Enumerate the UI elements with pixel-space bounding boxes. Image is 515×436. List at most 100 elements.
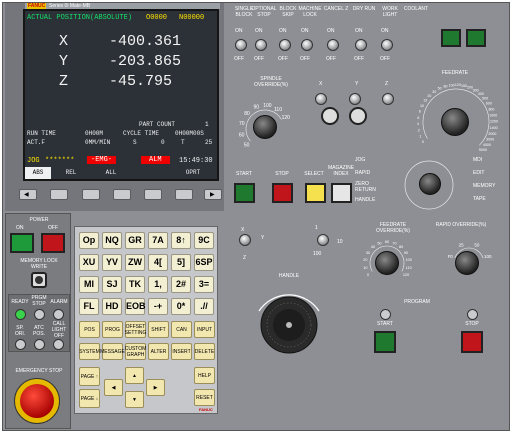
keypad-key[interactable]: Op (79, 232, 99, 249)
feed-override-knob[interactable] (375, 251, 399, 275)
toggle-switch-2[interactable] (279, 39, 291, 51)
emergency-stop-button[interactable] (14, 378, 60, 424)
page-up-button[interactable]: PAGE ↑ (79, 367, 100, 386)
jog-button-1[interactable] (321, 107, 339, 125)
spindle-override-knob[interactable] (253, 115, 277, 139)
power-on-button[interactable] (10, 233, 34, 253)
cursor-up-button[interactable]: ▲ (125, 367, 144, 384)
function-key[interactable]: POS (79, 321, 100, 338)
keypad-key[interactable]: SJ (102, 276, 122, 293)
keypad-key[interactable]: -+ (148, 298, 168, 315)
feedrate-knob[interactable] (441, 108, 469, 136)
keypad-key[interactable]: 6SP (194, 254, 214, 271)
spindle-stop-button[interactable] (272, 183, 293, 203)
magazine-index-button[interactable] (331, 183, 352, 203)
softkey-1-button[interactable] (50, 189, 68, 200)
toggle-switch-4[interactable] (327, 39, 339, 51)
keypad-key[interactable]: YV (102, 254, 122, 271)
step-10-label: 10 (337, 239, 343, 245)
keypad-key[interactable]: EOB (125, 298, 146, 315)
keypad-key[interactable]: GR (125, 232, 145, 249)
jog-button-2[interactable] (349, 107, 367, 125)
function-key[interactable]: ALTER (148, 343, 169, 360)
softkey-4-button[interactable] (144, 189, 162, 200)
cursor-right-button[interactable]: ▶ (146, 379, 165, 396)
function-key[interactable]: MESSAGE (100, 343, 125, 360)
mode-handle-label: HANDLE (355, 197, 376, 203)
fodial-tick: 110 (406, 266, 412, 270)
softkey-label-3: ALL (105, 169, 117, 176)
z-jog-toggle[interactable] (382, 93, 394, 105)
spindle-override-label: SPINDLE OVERRIDE(%) (254, 76, 288, 88)
keypad-key[interactable]: 9C (194, 232, 214, 249)
sdial-tick: 110 (274, 107, 282, 113)
step-select-switch[interactable] (317, 234, 329, 246)
keypad-key[interactable]: FL (79, 298, 99, 315)
program-start-button[interactable] (374, 331, 396, 353)
keypad-key[interactable]: 1, (148, 276, 168, 293)
keypad-key[interactable]: ZW (125, 254, 145, 271)
toggle-switch-6[interactable] (381, 39, 393, 51)
function-key[interactable]: CAN (171, 321, 192, 338)
memory-lock-keyswitch[interactable] (31, 272, 47, 288)
page-down-button[interactable]: PAGE ↓ (79, 389, 100, 408)
handwheel[interactable] (249, 281, 329, 361)
switch-off-label-6: OFF (380, 56, 390, 62)
keypad-key[interactable]: 3= (194, 276, 214, 293)
switch-off-label-5: OFF (354, 56, 364, 62)
softkey-5-button[interactable] (175, 189, 193, 200)
help-button[interactable]: HELP (194, 367, 215, 384)
keypad-key[interactable]: 4[ (148, 254, 168, 271)
keypad-key[interactable]: 7A (148, 232, 168, 249)
program-number: O0000 (146, 14, 168, 22)
coolant-off-button[interactable] (466, 29, 486, 47)
program-stop-button[interactable] (461, 331, 483, 353)
keypad-key[interactable]: XU (79, 254, 99, 271)
magazine-index-label: MAGAZINE INDEX (327, 165, 355, 177)
function-key[interactable]: OFFSET SETTING (125, 321, 146, 338)
softkey-3-button[interactable] (113, 189, 131, 200)
keypad-key[interactable]: MI (79, 276, 99, 293)
mode-selector-knob[interactable] (419, 173, 441, 195)
alarm-badge: ALM (141, 156, 170, 164)
function-key[interactable]: SHIFT (148, 321, 169, 338)
function-key[interactable]: PROG (102, 321, 123, 338)
softkey-2-button[interactable] (82, 189, 100, 200)
cnc-monitor: FANUC Series 0i Mate-MB ACTUAL POSITION(… (5, 3, 224, 211)
function-key[interactable]: INSERT (171, 343, 192, 360)
coolant-on-button[interactable] (441, 29, 461, 47)
emergency-stop-label: EMERGENCY STOP (15, 368, 63, 374)
power-off-button[interactable] (41, 233, 65, 253)
cursor-left-button[interactable]: ◀ (104, 379, 123, 396)
keypad-key[interactable]: 8↑ (171, 232, 191, 249)
keypad-key[interactable]: .// (194, 298, 214, 315)
keypad-key[interactable]: TK (125, 276, 145, 293)
axis-select-switch[interactable] (239, 234, 251, 246)
softkey-prev-button[interactable]: ◀ (19, 189, 37, 200)
keypad-key[interactable]: NQ (102, 232, 122, 249)
toggle-switch-3[interactable] (301, 39, 313, 51)
function-key[interactable]: SYSTEM (79, 343, 100, 360)
toggle-switch-1[interactable] (255, 39, 267, 51)
softkey-label-2: REL (65, 169, 77, 176)
function-key[interactable]: CUSTOM GRAPH (125, 343, 146, 360)
keypad-key[interactable]: 0* (171, 298, 191, 315)
spindle-start-button[interactable] (234, 183, 255, 203)
call-light-lamp (53, 339, 64, 350)
keypad-key[interactable]: HD (102, 298, 122, 315)
softkey-next-button[interactable]: ▶ (204, 189, 222, 200)
toggle-switch-0[interactable] (235, 39, 247, 51)
keypad-key[interactable]: 5] (171, 254, 191, 271)
fodial-tick: 80 (399, 245, 403, 249)
toggle-switch-5[interactable] (355, 39, 367, 51)
keypad-key[interactable]: 2# (171, 276, 191, 293)
reset-button[interactable]: RESET (194, 389, 215, 406)
function-key[interactable]: INPUT (194, 321, 215, 338)
function-key[interactable]: DELETE (194, 343, 215, 360)
x-jog-toggle[interactable] (315, 93, 327, 105)
lamp-label-call-light: CALL LIGHT OFF (51, 321, 67, 339)
cursor-down-button[interactable]: ▼ (125, 391, 144, 408)
y-jog-toggle[interactable] (349, 93, 361, 105)
select-button[interactable] (305, 183, 326, 203)
rapid-override-knob[interactable] (455, 251, 479, 275)
